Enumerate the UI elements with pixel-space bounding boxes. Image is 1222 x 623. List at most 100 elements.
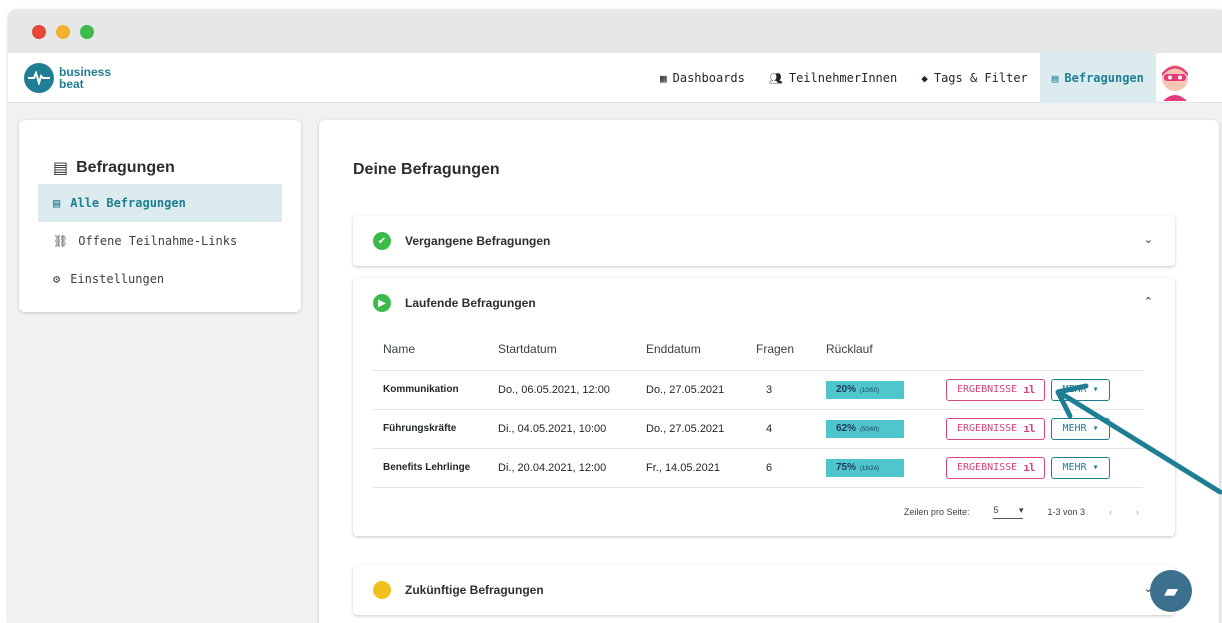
nav-teilnehmerinnen[interactable]: 👥︎ TeilnehmerInnen	[757, 53, 909, 103]
annotation-arrow	[1055, 383, 1222, 495]
sidebar-item-label: Einstellungen	[70, 272, 165, 286]
ergebnisse-button[interactable]: ERGEBNISSE ıl	[946, 378, 1046, 401]
dashboard-icon: ▦	[660, 71, 667, 85]
play-circle-icon: ▶	[373, 294, 391, 312]
col-startdatum[interactable]: Startdatum	[488, 328, 636, 371]
col-name[interactable]: Name	[373, 328, 488, 371]
nav-dashboards[interactable]: ▦ Dashboards	[648, 53, 757, 103]
rows-per-page-label: Zeilen pro Seite:	[903, 506, 970, 517]
check-circle-icon: ✔	[373, 232, 391, 250]
sidebar-item-offene-links[interactable]: ⛓ Offene Teilnahme-Links	[38, 222, 282, 260]
col-fragen[interactable]: Fragen	[746, 328, 816, 371]
bar-chart-icon: ıl	[1023, 422, 1035, 435]
panel-vergangene-title: Vergangene Befragungen	[405, 234, 551, 248]
table-row: Kommunikation Do., 06.05.2021, 12:00 Do.…	[373, 370, 1143, 410]
link-icon: ⛓	[53, 234, 69, 248]
app-window: business beat ▦ Dashboards 👥︎ Teilnehmer…	[8, 10, 1222, 623]
caret-down-icon: ▾	[1018, 504, 1024, 515]
ruecklauf-detail: (50/80)	[860, 426, 880, 433]
document-icon: ▤	[53, 196, 61, 210]
ruecklauf-badge: 75% (18/24)	[826, 458, 904, 477]
pending-circle-icon	[373, 581, 391, 599]
maximize-window-button[interactable]	[80, 24, 94, 39]
row-end: Do., 27.05.2021	[636, 409, 746, 449]
col-ruecklauf[interactable]: Rücklauf	[816, 328, 946, 371]
panel-zukuenftige[interactable]: Zukünftige Befragungen ⌄	[353, 565, 1175, 615]
sidebar: ▤ Befragungen ▤ Alle Befragungen ⛓ Offen…	[19, 120, 301, 312]
ruecklauf-value: 20%	[836, 383, 857, 395]
ruecklauf-value: 75%	[836, 461, 857, 473]
row-fragen: 4	[746, 409, 816, 449]
row-name: Führungskräfte	[373, 409, 488, 449]
bar-chart-icon: ıl	[1023, 461, 1035, 474]
main-content: Deine Befragungen ✔ Vergangene Befragung…	[319, 120, 1219, 623]
col-actions	[946, 328, 1143, 371]
heartbeat-logo-icon	[24, 62, 54, 93]
sidebar-item-label: Alle Befragungen	[70, 196, 186, 210]
chevron-up-icon[interactable]: ⌃	[1144, 295, 1153, 308]
row-fragen: 3	[746, 370, 816, 410]
sidebar-title: ▤ Befragungen	[53, 158, 175, 178]
survey-icon: ▤	[1051, 71, 1059, 85]
panel-zukuenftige-title: Zukünftige Befragungen	[405, 583, 544, 597]
ruecklauf-badge: 20% (10/50)	[826, 380, 904, 399]
table-row: Benefits Lehrlinge Di., 20.04.2021, 12:0…	[373, 448, 1143, 488]
title-bar	[8, 10, 1222, 53]
ergebnisse-button[interactable]: ERGEBNISSE ıl	[946, 417, 1046, 440]
page-title: Deine Befragungen	[353, 161, 500, 178]
col-enddatum[interactable]: Enddatum	[636, 328, 746, 371]
sidebar-item-einstellungen[interactable]: ⚙ Einstellungen	[38, 260, 282, 298]
row-name: Kommunikation	[373, 370, 488, 410]
table-row: Führungskräfte Di., 04.05.2021, 10:00 Do…	[373, 409, 1143, 449]
brand-line-1: business	[59, 64, 112, 79]
minimize-window-button[interactable]	[56, 24, 70, 39]
row-start: Do., 06.05.2021, 12:00	[488, 370, 636, 410]
bar-chart-icon: ıl	[1023, 383, 1035, 396]
sidebar-item-label: Offene Teilnahme-Links	[78, 234, 238, 248]
panel-laufende-header[interactable]: ▶ Laufende Befragungen ⌃	[353, 278, 1175, 328]
row-fragen: 6	[746, 448, 816, 488]
ruecklauf-detail: (18/24)	[860, 465, 880, 472]
nav-tags-filter-label: Tags & Filter	[933, 71, 1028, 85]
nav-befragungen[interactable]: ▤ Befragungen	[1039, 53, 1156, 103]
rows-per-page-select[interactable]: 5 ▾	[993, 504, 1024, 519]
user-avatar[interactable]	[1158, 61, 1192, 101]
nav-dashboards-label: Dashboards	[672, 71, 745, 85]
sidebar-title-label: Befragungen	[76, 159, 175, 176]
close-window-button[interactable]	[32, 24, 46, 39]
top-navigation: business beat ▦ Dashboards 👥︎ Teilnehmer…	[8, 53, 1222, 103]
brand-logo[interactable]: business beat	[24, 62, 112, 93]
row-start: Di., 20.04.2021, 12:00	[488, 448, 636, 488]
ergebnisse-label: ERGEBNISSE	[957, 423, 1018, 434]
sidebar-item-alle-befragungen[interactable]: ▤ Alle Befragungen	[38, 184, 282, 222]
chevron-down-icon[interactable]: ⌄	[1144, 233, 1153, 246]
ergebnisse-label: ERGEBNISSE	[957, 462, 1018, 473]
users-icon: 👥︎	[768, 71, 783, 85]
row-name: Benefits Lehrlinge	[373, 448, 488, 488]
rows-per-page-value: 5	[993, 504, 999, 515]
chat-bubble-icon: ▰	[1164, 580, 1178, 601]
ruecklauf-badge: 62% (50/80)	[826, 419, 904, 438]
row-start: Di., 04.05.2021, 10:00	[488, 409, 636, 449]
nav-tags-filter[interactable]: ◆ Tags & Filter	[909, 53, 1040, 103]
brand-line-2: beat	[59, 76, 84, 91]
row-end: Do., 27.05.2021	[636, 370, 746, 410]
tag-icon: ◆	[921, 71, 928, 85]
row-ruecklauf: 20% (10/50)	[816, 370, 946, 410]
gear-icon: ⚙	[53, 272, 61, 286]
ruecklauf-detail: (10/50)	[860, 387, 880, 394]
ergebnisse-label: ERGEBNISSE	[957, 384, 1018, 395]
panel-vergangene[interactable]: ✔ Vergangene Befragungen ⌄	[353, 216, 1175, 266]
nav-befragungen-label: Befragungen	[1064, 71, 1144, 85]
row-ruecklauf: 75% (18/24)	[816, 448, 946, 488]
surveys-table: Name Startdatum Enddatum Fragen Rücklauf…	[373, 328, 1143, 488]
panel-laufende-title: Laufende Befragungen	[405, 296, 536, 310]
chat-widget-button[interactable]: ▰	[1150, 570, 1192, 612]
row-ruecklauf: 62% (50/80)	[816, 409, 946, 449]
ergebnisse-button[interactable]: ERGEBNISSE ıl	[946, 456, 1046, 479]
nav-teilnehmerinnen-label: TeilnehmerInnen	[788, 71, 898, 85]
row-end: Fr., 14.05.2021	[636, 448, 746, 488]
ruecklauf-value: 62%	[836, 422, 857, 434]
table-header-row: Name Startdatum Enddatum Fragen Rücklauf	[373, 328, 1143, 371]
survey-icon: ▤	[53, 160, 69, 177]
